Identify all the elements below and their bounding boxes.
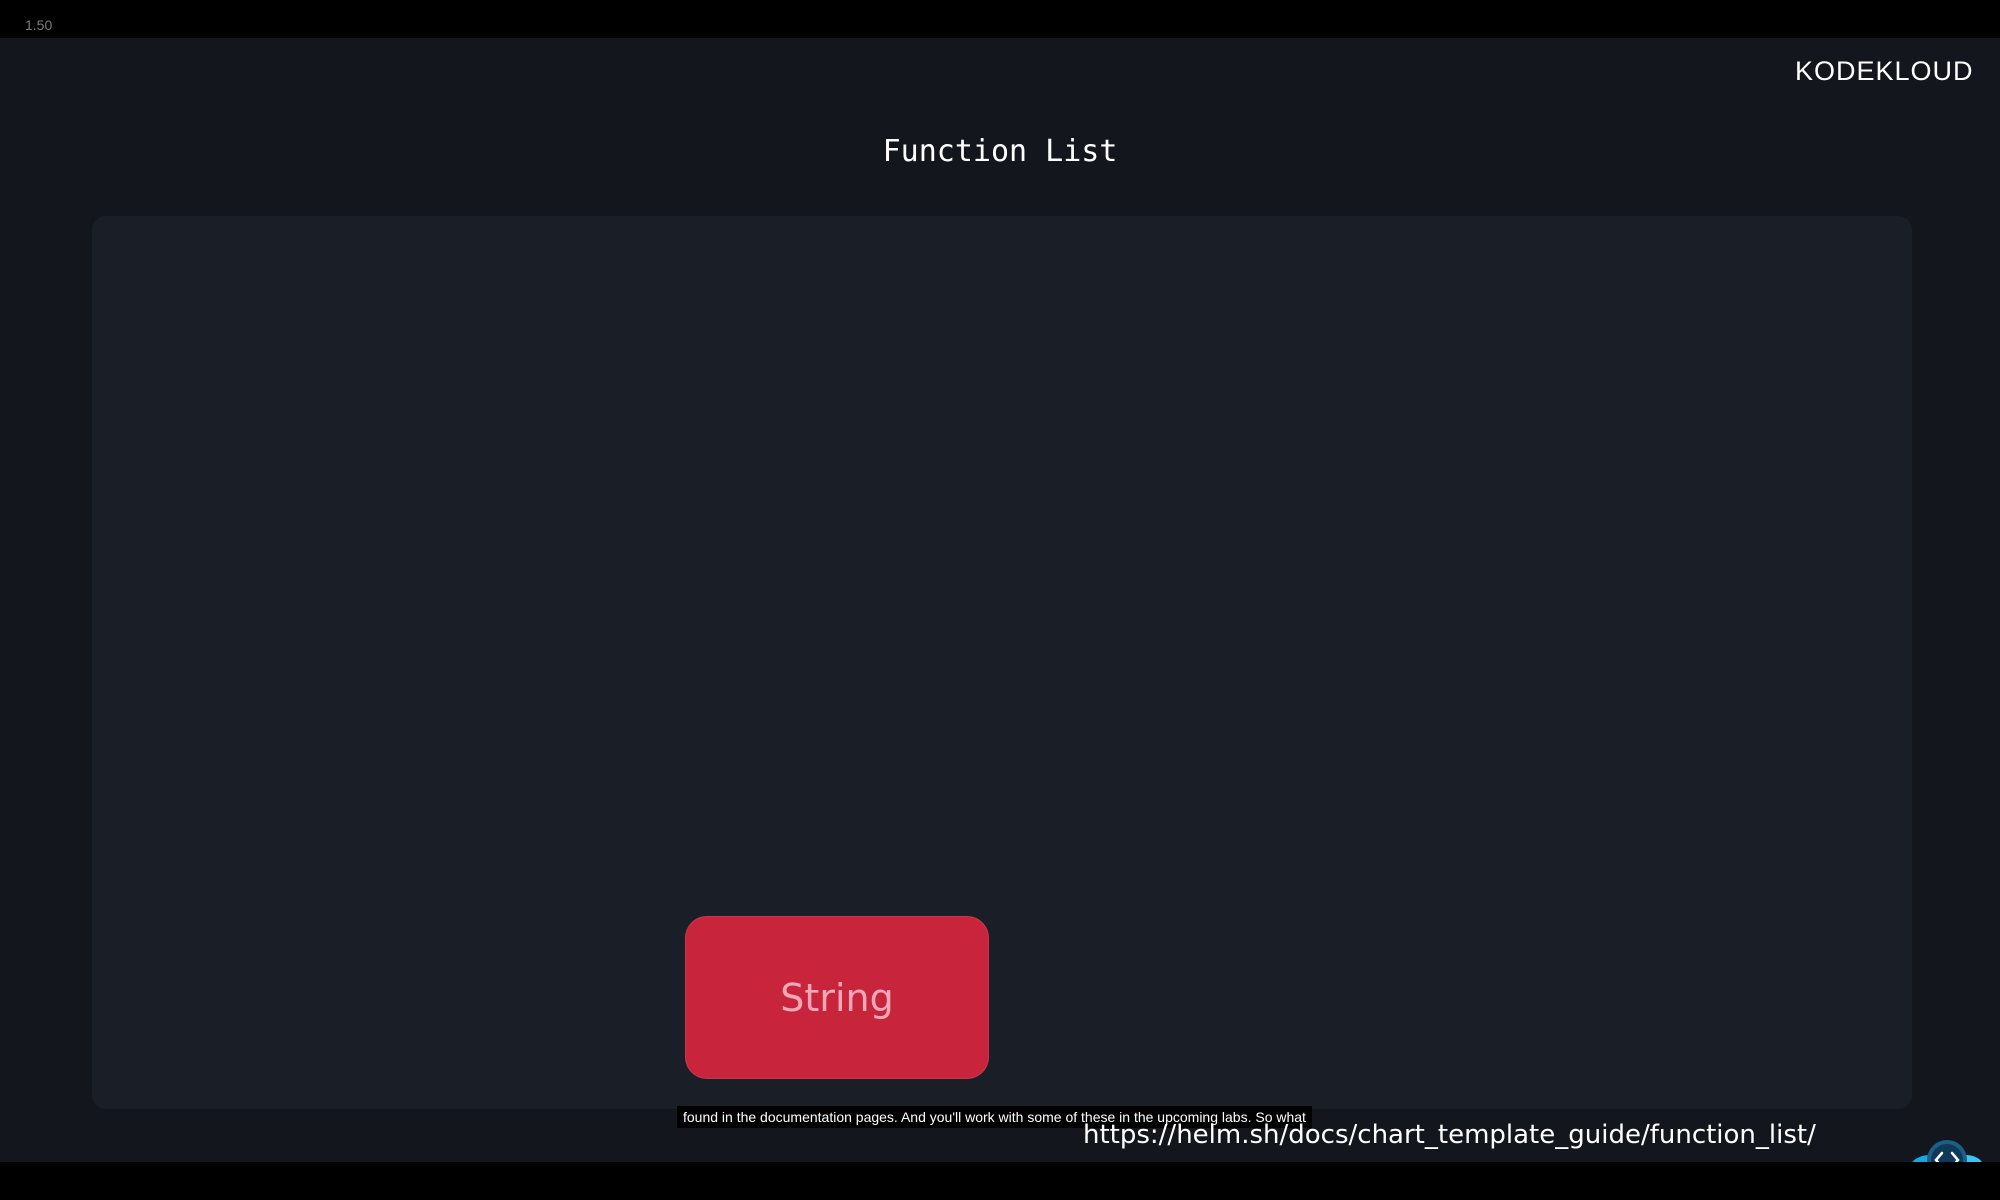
string-category-box: String (685, 916, 989, 1079)
bottom-bar (0, 1162, 2000, 1200)
kodekloud-logo: KODEKLOUD (1795, 56, 1974, 86)
documentation-url: https://helm.sh/docs/chart_template_guid… (1083, 1120, 1816, 1150)
slide-title: Function List (882, 134, 1118, 169)
content-panel (92, 216, 1912, 1109)
top-bar: 1.50 (0, 0, 2000, 38)
playback-speed-label: 1.50 (25, 17, 53, 33)
